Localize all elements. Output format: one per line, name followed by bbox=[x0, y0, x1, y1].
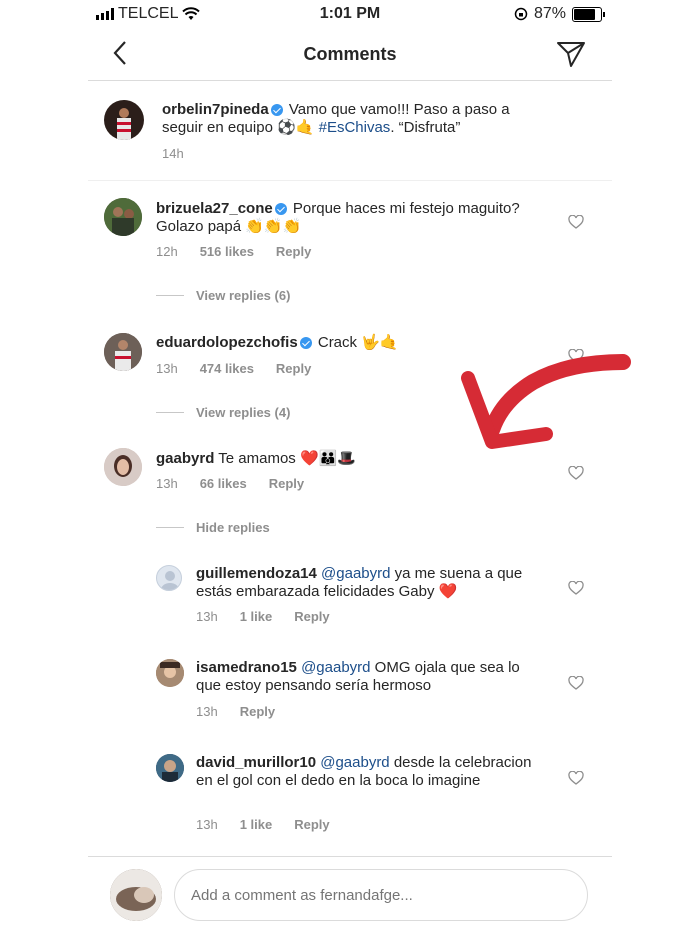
reply-username[interactable]: isamedrano15 bbox=[196, 659, 297, 676]
reply-meta: 13h 1 like Reply bbox=[196, 817, 330, 832]
replies-line bbox=[156, 412, 184, 413]
verified-badge-icon bbox=[274, 203, 287, 216]
hide-replies-button[interactable]: Hide replies bbox=[156, 520, 270, 535]
reply-time: 13h bbox=[196, 609, 218, 624]
direct-message-icon[interactable] bbox=[556, 40, 586, 68]
comment-composer bbox=[88, 856, 612, 933]
view-replies-button[interactable]: View replies (4) bbox=[156, 405, 290, 420]
avatar[interactable] bbox=[104, 100, 144, 140]
reply-meta: 13h 1 like Reply bbox=[196, 609, 330, 624]
status-right: 87% bbox=[514, 5, 605, 23]
avatar-photo bbox=[156, 754, 184, 782]
status-bar: TELCEL 1:01 PM 87% bbox=[88, 0, 612, 28]
battery-icon bbox=[572, 6, 605, 22]
reply-button[interactable]: Reply bbox=[294, 817, 329, 832]
avatar-photo bbox=[104, 198, 142, 236]
reply-button[interactable]: Reply bbox=[276, 244, 311, 259]
battery-percent: 87% bbox=[533, 5, 566, 22]
caption-body-2: . “Disfruta” bbox=[390, 119, 461, 136]
avatar-photo bbox=[156, 659, 184, 687]
likes-count[interactable]: 66 likes bbox=[200, 476, 247, 491]
mention-link[interactable]: @gaabyrd bbox=[301, 659, 370, 676]
header: Comments bbox=[88, 28, 612, 81]
reply-username[interactable]: guillemendoza14 bbox=[196, 565, 317, 582]
replies-line bbox=[156, 295, 184, 296]
annotation-arrow-icon bbox=[461, 354, 631, 449]
heart-icon[interactable] bbox=[568, 215, 584, 229]
comment-meta: 12h 516 likes Reply bbox=[156, 244, 311, 259]
avatar[interactable] bbox=[156, 754, 184, 782]
hide-replies-label: Hide replies bbox=[196, 520, 270, 535]
avatar-photo bbox=[104, 448, 142, 486]
replies-line bbox=[156, 527, 184, 528]
rotation-lock-icon bbox=[514, 7, 528, 21]
hashtag-link[interactable]: #EsChivas bbox=[319, 119, 391, 136]
heart-icon[interactable] bbox=[568, 581, 584, 595]
comment-time: 13h bbox=[156, 476, 178, 491]
reply-username[interactable]: david_murillor10 bbox=[196, 754, 316, 771]
avatar[interactable] bbox=[156, 565, 182, 591]
comment-username[interactable]: eduardolopezchofis bbox=[156, 334, 298, 351]
avatar[interactable] bbox=[104, 448, 142, 486]
mention-link[interactable]: @gaabyrd bbox=[321, 565, 390, 582]
view-replies-label: View replies (4) bbox=[196, 405, 291, 420]
reply-meta: 13h Reply bbox=[196, 704, 275, 719]
comment-body: Crack 🤟🤙 bbox=[317, 334, 399, 351]
comment-username[interactable]: gaabyrd bbox=[156, 450, 214, 467]
view-replies-button[interactable]: View replies (6) bbox=[156, 288, 290, 303]
page-title: Comments bbox=[303, 44, 397, 64]
verified-badge-icon bbox=[270, 104, 283, 117]
reply-time: 13h bbox=[196, 704, 218, 719]
reply-text: david_murillor10 @gaabyrd desde la celeb… bbox=[196, 754, 548, 790]
reply-text: isamedrano15 @gaabyrd OMG ojala que sea … bbox=[196, 659, 548, 695]
comment-time: 12h bbox=[156, 244, 178, 259]
avatar[interactable] bbox=[104, 333, 142, 371]
current-user-avatar bbox=[110, 869, 162, 921]
reply-button[interactable]: Reply bbox=[269, 476, 304, 491]
comment-meta: 13h 66 likes Reply bbox=[156, 476, 304, 491]
reply-button[interactable]: Reply bbox=[240, 704, 275, 719]
battery-fill bbox=[574, 8, 595, 20]
default-avatar-icon bbox=[161, 571, 179, 590]
comment-text: brizuela27_cone Porque haces mi festejo … bbox=[156, 200, 546, 236]
comment-username[interactable]: brizuela27_cone bbox=[156, 200, 273, 217]
caption-time: 14h bbox=[162, 146, 184, 161]
mention-link[interactable]: @gaabyrd bbox=[320, 754, 389, 771]
likes-count[interactable]: 516 likes bbox=[200, 244, 254, 259]
verified-badge-icon bbox=[299, 337, 312, 350]
comment-body: Te amamos ❤️👪🎩 bbox=[218, 450, 356, 467]
likes-count[interactable]: 474 likes bbox=[200, 361, 254, 376]
caption-text: orbelin7pineda Vamo que vamo!!! Paso a p… bbox=[162, 101, 542, 137]
avatar-photo bbox=[110, 869, 162, 921]
phone-screen: TELCEL 1:01 PM 87% Comments orbelin7pine… bbox=[88, 0, 631, 933]
comment-input[interactable] bbox=[174, 869, 588, 921]
comment-time: 13h bbox=[156, 361, 178, 376]
heart-icon[interactable] bbox=[568, 466, 584, 480]
comment-meta: 13h 474 likes Reply bbox=[156, 361, 311, 376]
likes-count[interactable]: 1 like bbox=[240, 609, 273, 624]
heart-icon[interactable] bbox=[568, 676, 584, 690]
avatar[interactable] bbox=[104, 198, 142, 236]
avatar[interactable] bbox=[156, 659, 184, 687]
caption-meta: 14h bbox=[162, 146, 184, 161]
reply-button[interactable]: Reply bbox=[276, 361, 311, 376]
caption-divider bbox=[88, 180, 612, 181]
reply-time: 13h bbox=[196, 817, 218, 832]
avatar-photo bbox=[104, 333, 142, 371]
heart-icon[interactable] bbox=[568, 771, 584, 785]
avatar-photo bbox=[117, 108, 131, 140]
reply-text: guillemendoza14 @gaabyrd ya me suena a q… bbox=[196, 565, 548, 601]
likes-count[interactable]: 1 like bbox=[240, 817, 273, 832]
reply-button[interactable]: Reply bbox=[294, 609, 329, 624]
view-replies-label: View replies (6) bbox=[196, 288, 291, 303]
caption-username[interactable]: orbelin7pineda bbox=[162, 101, 269, 118]
